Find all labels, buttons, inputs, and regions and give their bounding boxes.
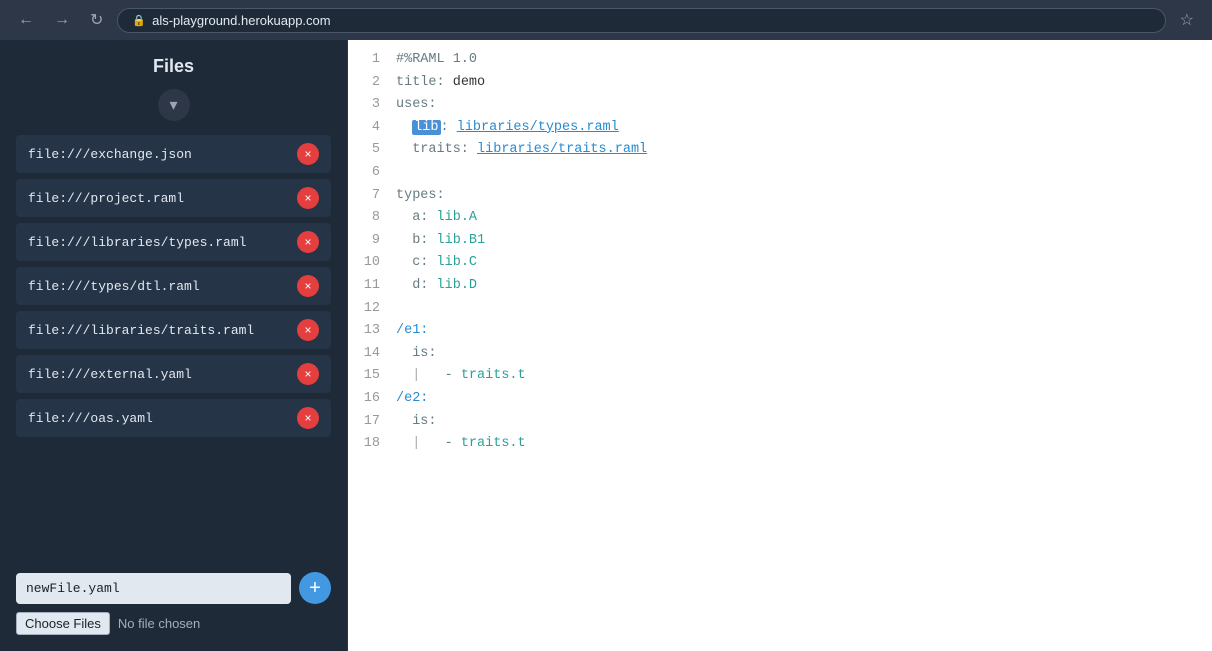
code-line-2: 2 title: demo <box>348 71 1212 94</box>
file-name: file:///types/dtl.raml <box>28 279 200 294</box>
line-num-5: 5 <box>348 138 396 161</box>
remove-file-button[interactable]: × <box>297 319 319 341</box>
collapse-button[interactable]: ▾ <box>158 89 190 121</box>
remove-file-button[interactable]: × <box>297 275 319 297</box>
code-line-6: 6 <box>348 161 1212 184</box>
file-name: file:///oas.yaml <box>28 411 153 426</box>
line-content-10: c: lib.C <box>396 251 477 274</box>
reload-button[interactable]: ↻ <box>84 6 109 34</box>
collapse-section: ▾ <box>16 89 331 121</box>
line-num-12: 12 <box>348 297 396 320</box>
remove-file-button[interactable]: × <box>297 407 319 429</box>
sidebar: Files ▾ file:///exchange.json × file:///… <box>0 40 348 651</box>
code-line-7: 7 types: <box>348 184 1212 207</box>
remove-file-button[interactable]: × <box>297 363 319 385</box>
line-content-2: title: demo <box>396 71 485 94</box>
line-content-4: lib: libraries/types.raml <box>396 116 619 139</box>
file-item[interactable]: file:///oas.yaml × <box>16 399 331 437</box>
url-text: als-playground.herokuapp.com <box>152 13 331 28</box>
file-name: file:///exchange.json <box>28 147 192 162</box>
line-content-1: #%RAML 1.0 <box>396 48 477 71</box>
line-content-11: d: lib.D <box>396 274 477 297</box>
file-name: file:///external.yaml <box>28 367 192 382</box>
code-line-18: 18 | - traits.t <box>348 432 1212 455</box>
browser-bar: ← → ↻ 🔒 als-playground.herokuapp.com ☆ <box>0 0 1212 40</box>
line-num-4: 4 <box>348 116 396 139</box>
choose-files-button[interactable]: Choose Files <box>16 612 110 635</box>
line-num-10: 10 <box>348 251 396 274</box>
line-content-17: is: <box>396 410 437 433</box>
code-line-9: 9 b: lib.B1 <box>348 229 1212 252</box>
code-line-11: 11 d: lib.D <box>348 274 1212 297</box>
sidebar-title: Files <box>16 56 331 77</box>
line-content-5: traits: libraries/traits.raml <box>396 138 647 161</box>
main-content: Files ▾ file:///exchange.json × file:///… <box>0 40 1212 651</box>
code-line-10: 10 c: lib.C <box>348 251 1212 274</box>
line-num-1: 1 <box>348 48 396 71</box>
code-line-5: 5 traits: libraries/traits.raml <box>348 138 1212 161</box>
bookmark-button[interactable]: ☆ <box>1174 6 1200 34</box>
new-file-row: + <box>16 572 331 604</box>
file-item[interactable]: file:///types/dtl.raml × <box>16 267 331 305</box>
line-content-18: | - traits.t <box>396 432 526 455</box>
code-editor: 1 #%RAML 1.0 2 title: demo 3 uses: 4 lib… <box>348 48 1212 455</box>
line-content-16: /e2: <box>396 387 428 410</box>
code-line-12: 12 <box>348 297 1212 320</box>
new-file-input[interactable] <box>16 573 291 604</box>
line-num-14: 14 <box>348 342 396 365</box>
code-line-14: 14 is: <box>348 342 1212 365</box>
editor-panel[interactable]: 1 #%RAML 1.0 2 title: demo 3 uses: 4 lib… <box>348 40 1212 651</box>
remove-file-button[interactable]: × <box>297 187 319 209</box>
code-line-4: 4 lib: libraries/types.raml <box>348 116 1212 139</box>
file-item[interactable]: file:///project.raml × <box>16 179 331 217</box>
file-item[interactable]: file:///external.yaml × <box>16 355 331 393</box>
line-num-13: 13 <box>348 319 396 342</box>
add-file-button[interactable]: + <box>299 572 331 604</box>
line-num-18: 18 <box>348 432 396 455</box>
line-num-8: 8 <box>348 206 396 229</box>
file-item[interactable]: file:///exchange.json × <box>16 135 331 173</box>
file-item[interactable]: file:///libraries/traits.raml × <box>16 311 331 349</box>
forward-button[interactable]: → <box>48 7 76 33</box>
line-num-15: 15 <box>348 364 396 387</box>
file-name: file:///project.raml <box>28 191 184 206</box>
lock-icon: 🔒 <box>132 14 146 27</box>
code-line-1: 1 #%RAML 1.0 <box>348 48 1212 71</box>
line-num-7: 7 <box>348 184 396 207</box>
code-line-15: 15 | - traits.t <box>348 364 1212 387</box>
remove-file-button[interactable]: × <box>297 143 319 165</box>
line-num-9: 9 <box>348 229 396 252</box>
line-content-8: a: lib.A <box>396 206 477 229</box>
code-line-13: 13 /e1: <box>348 319 1212 342</box>
code-line-3: 3 uses: <box>348 93 1212 116</box>
line-num-17: 17 <box>348 410 396 433</box>
line-content-7: types: <box>396 184 445 207</box>
line-num-6: 6 <box>348 161 396 184</box>
code-line-8: 8 a: lib.A <box>348 206 1212 229</box>
choose-files-row: Choose Files No file chosen <box>16 612 331 635</box>
line-content-15: | - traits.t <box>396 364 526 387</box>
file-name: file:///libraries/traits.raml <box>28 323 254 338</box>
line-content-14: is: <box>396 342 437 365</box>
no-file-label: No file chosen <box>118 616 200 631</box>
line-content-3: uses: <box>396 93 437 116</box>
line-num-11: 11 <box>348 274 396 297</box>
line-content-9: b: lib.B1 <box>396 229 485 252</box>
remove-file-button[interactable]: × <box>297 231 319 253</box>
file-name: file:///libraries/types.raml <box>28 235 246 250</box>
line-num-2: 2 <box>348 71 396 94</box>
line-num-3: 3 <box>348 93 396 116</box>
file-list: file:///exchange.json × file:///project.… <box>16 135 331 562</box>
line-content-13: /e1: <box>396 319 428 342</box>
line-num-16: 16 <box>348 387 396 410</box>
code-line-17: 17 is: <box>348 410 1212 433</box>
address-bar[interactable]: 🔒 als-playground.herokuapp.com <box>117 8 1165 33</box>
file-item[interactable]: file:///libraries/types.raml × <box>16 223 331 261</box>
back-button[interactable]: ← <box>12 7 40 33</box>
code-line-16: 16 /e2: <box>348 387 1212 410</box>
